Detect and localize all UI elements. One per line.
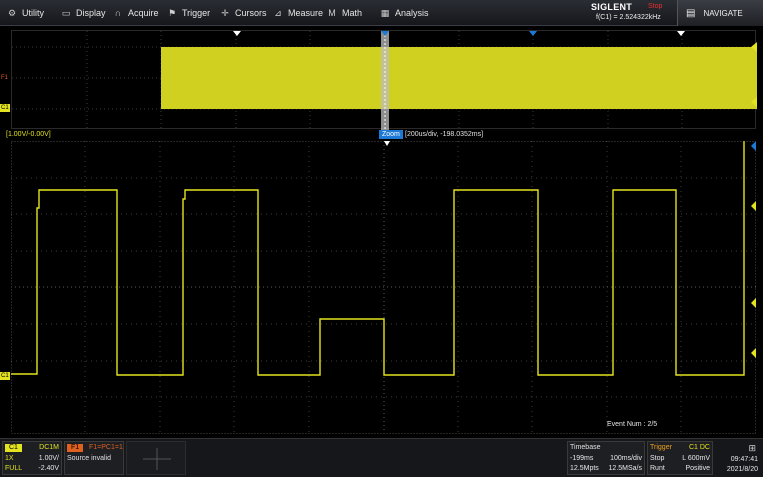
clock-panel: ⊞ 09:47:41 2021/8/20 — [716, 441, 762, 475]
menu-trigger[interactable]: ⚑ Trigger — [166, 0, 210, 26]
math-icon: M — [328, 8, 336, 18]
event-number: Event Num : 2/5 — [607, 421, 658, 428]
crosshair-icon: ✛ — [221, 7, 229, 18]
network-icon: ⊞ — [748, 443, 756, 453]
ruler-icon: ⊿ — [274, 7, 282, 18]
level-marker-icon — [751, 298, 756, 308]
acquire-icon: ∩ — [114, 8, 122, 18]
clipboard-icon: ▤ — [686, 7, 696, 19]
trigger-source: C1 DC — [688, 444, 710, 451]
run-state: Stop — [648, 3, 663, 10]
f1-tag: F1 — [67, 444, 84, 452]
navigate-button[interactable]: ▤ NAVIGATE — [677, 0, 763, 26]
menu-cursors[interactable]: ✛ Cursors — [219, 0, 266, 26]
zoom-grid[interactable] — [11, 141, 756, 434]
c1-probe: 1X — [5, 455, 14, 462]
zoom-tag[interactable]: Zoom — [379, 130, 403, 139]
c1-waveform — [11, 141, 745, 376]
frequency-readout: f(C1) = 2.524322kHz — [596, 14, 661, 21]
c1-offset: -2.40V — [38, 465, 59, 472]
trigger-title: Trigger — [650, 444, 672, 451]
trigger-mode: Stop — [650, 455, 665, 462]
c1-tag: C1 — [5, 444, 22, 452]
timebase-scale: 100ms/div — [610, 455, 642, 462]
brand-logo: SIGLENT — [591, 2, 633, 12]
menu-math[interactable]: M Math — [326, 0, 362, 26]
trigger-slope: Positive — [685, 465, 710, 472]
trigger-position-icon — [529, 31, 537, 36]
event-marker-icon — [233, 31, 241, 36]
overview-signal-block — [161, 47, 757, 109]
trigger-type: Runt — [650, 465, 665, 472]
menu-bar: ⚙ Utility ▭ Display ∩ Acquire ⚑ Trigger ✛ Cur… — [0, 0, 763, 26]
c1-ground-marker[interactable]: C1 — [0, 372, 10, 380]
timebase-box[interactable]: Timebase -199ms 100ms/div 12.5Mpts 12.5M… — [567, 441, 645, 475]
menu-acquire[interactable]: ∩ Acquire — [112, 0, 159, 26]
level-marker-icon — [751, 201, 756, 211]
monitor-icon: ▭ — [61, 7, 71, 18]
f1-status: Source invalid — [67, 455, 111, 462]
zoom-plot — [11, 141, 756, 434]
f1-math-box[interactable]: F1 F1=PC1=1 Source invalid — [64, 441, 124, 475]
zoom-info: [200us/div, -198.0352ms] — [405, 131, 484, 138]
c1-volts-per-div: 1.00V/ — [38, 455, 59, 462]
channel-scale-label: [1.00V/-0.00V] — [6, 131, 51, 138]
clock-date: 2021/8/20 — [726, 466, 758, 473]
brand-panel: SIGLENT Stop f(C1) = 2.524322kHz — [590, 1, 676, 25]
analysis-icon: ▦ — [380, 7, 390, 18]
memory-depth: 12.5Mpts — [570, 465, 599, 472]
overview-plot — [12, 31, 757, 130]
clock-time: 09:47:41 — [730, 456, 758, 463]
trigger-box[interactable]: Trigger C1 DC Stop L 600mV Runt Positive — [647, 441, 713, 475]
flag-icon: ⚑ — [167, 7, 177, 18]
c1-coupling: DC1M — [39, 444, 59, 451]
trigger-position-icon — [384, 141, 390, 146]
level-marker-icon — [751, 348, 756, 358]
f1-marker: F1 — [1, 75, 9, 81]
f1-expression: F1=PC1=1 — [89, 444, 123, 451]
trigger-level-icon — [751, 141, 756, 151]
add-channel-box[interactable] — [126, 441, 186, 475]
timebase-title: Timebase — [570, 444, 601, 451]
overview-window[interactable] — [11, 30, 757, 130]
trigger-level: L 600mV — [682, 455, 710, 462]
timebase-delay: -199ms — [570, 455, 594, 462]
menu-analysis[interactable]: ▦ Analysis — [379, 0, 429, 26]
sample-rate: 12.5MSa/s — [608, 465, 642, 472]
wrench-icon: ⚙ — [7, 7, 17, 18]
c1-bandwidth: FULL — [5, 465, 23, 472]
c1-channel-box[interactable]: C1 DC1M 1X 1.00V/ FULL -2.40V — [2, 441, 62, 475]
event-marker-icon — [677, 31, 685, 36]
menu-utility[interactable]: ⚙ Utility — [6, 0, 44, 26]
menu-measure[interactable]: ⊿ Measure — [272, 0, 323, 26]
menu-display[interactable]: ▭ Display — [60, 0, 106, 26]
plus-icon — [143, 448, 171, 470]
c1-marker-overview: C1 — [0, 104, 10, 112]
